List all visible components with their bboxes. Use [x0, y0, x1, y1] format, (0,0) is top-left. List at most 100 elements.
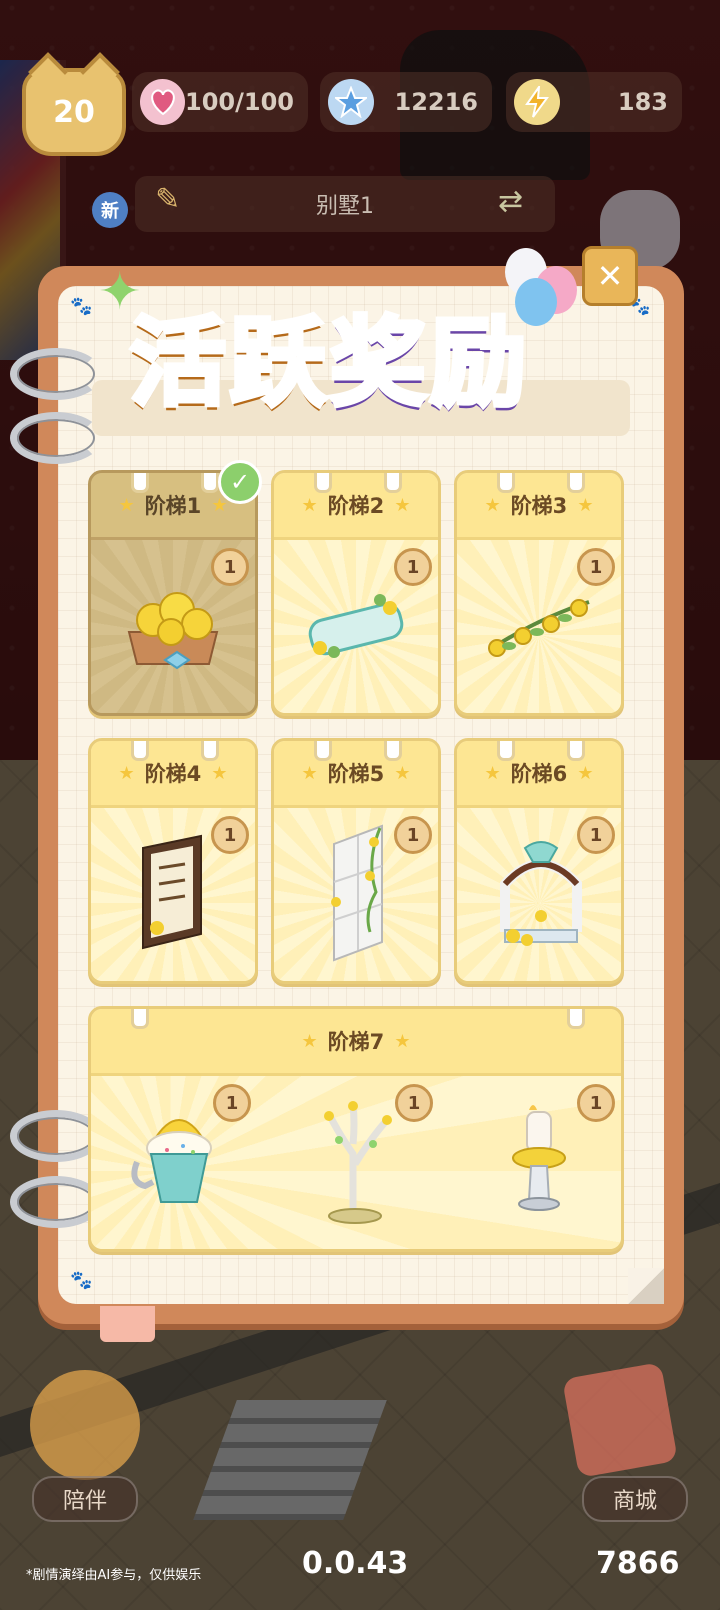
tier-label: 阶梯6 — [510, 762, 568, 786]
tier-reward-area: 1 — [457, 540, 621, 713]
bookmark-ribbon — [100, 1306, 155, 1342]
tier-card-4[interactable]: ★ 阶梯4 ★ 1 — [88, 738, 258, 984]
shop-label: 商城 — [612, 1489, 657, 1514]
lemon-tart-icon — [127, 592, 219, 670]
reward-count: 1 — [589, 1092, 603, 1114]
reward-count: 1 — [223, 824, 237, 846]
tier-card-6[interactable]: ★ 阶梯6 ★ 1 — [454, 738, 624, 984]
tier-header: ★ 阶梯7 ★ — [91, 1009, 621, 1076]
reward-count: 1 — [223, 556, 237, 578]
tier-label: 阶梯2 — [327, 494, 385, 518]
card-tab — [567, 741, 585, 761]
stars-value: 12216 — [394, 88, 479, 116]
card-tab — [131, 741, 149, 761]
reward-count-badge: 1 — [211, 816, 249, 854]
panel-title-part2: 奖励 — [328, 305, 530, 422]
lightning-plus-icon — [514, 79, 560, 125]
tier-card-3[interactable]: ★ 阶梯3 ★ 1 — [454, 470, 624, 716]
tier-label: 阶梯4 — [144, 762, 202, 786]
player-level: 20 — [53, 94, 95, 130]
shop-button[interactable]: 商城 — [582, 1476, 688, 1522]
score-counter: 7866 — [596, 1546, 680, 1581]
panel-title-part1: 活跃 — [128, 305, 330, 422]
stamina-counter[interactable]: 100/100 — [132, 72, 308, 132]
tier-reward-area: 1 — [274, 540, 438, 713]
tier-card-1[interactable]: ★ 阶梯1 ★ 1 — [88, 470, 258, 716]
card-tab — [201, 473, 219, 493]
menu-board-icon — [142, 834, 202, 950]
room-name: 别墅1 — [316, 194, 374, 219]
reward-count: 1 — [407, 1092, 421, 1114]
stopwatch-heart-icon[interactable] — [30, 1370, 140, 1480]
companion-button[interactable]: 陪伴 — [32, 1476, 138, 1522]
tier-label: 阶梯7 — [327, 1030, 385, 1054]
shopping-bag-icon[interactable] — [562, 1362, 678, 1478]
stars-counter[interactable]: 12216 — [320, 72, 492, 132]
tier-label: 阶梯3 — [510, 494, 568, 518]
card-tab — [567, 1009, 585, 1029]
tier-header: ★ 阶梯3 ★ — [457, 473, 621, 540]
reward-count: 1 — [589, 824, 603, 846]
tier-label: 阶梯1 — [144, 494, 202, 518]
reward-count-badge: 1 — [577, 548, 615, 586]
reward-count: 1 — [406, 556, 420, 578]
card-tab — [567, 473, 585, 493]
tier-reward-area: 1 1 1 — [91, 1076, 621, 1249]
claimed-check-icon: ✓ — [218, 460, 262, 504]
card-tab — [384, 473, 402, 493]
card-tab — [314, 741, 332, 761]
pencil-icon[interactable]: ✎ — [155, 182, 199, 226]
paw-icon: 🐾 — [70, 296, 93, 317]
lemon-arch-icon — [500, 841, 582, 946]
reward-count: 1 — [589, 556, 603, 578]
binder-ring — [10, 348, 102, 400]
tier-card-5[interactable]: ★ 阶梯5 ★ 1 — [271, 738, 441, 984]
tier-header: ★ 阶梯6 ★ — [457, 741, 621, 808]
energy-counter[interactable]: 183 — [506, 72, 682, 132]
swap-room-icon[interactable]: ⇄ — [498, 184, 546, 232]
reward-count-badge: 1 — [577, 1084, 615, 1122]
energy-value: 183 — [617, 88, 668, 116]
paw-icon: 🐾 — [70, 1270, 93, 1291]
tier-reward-area: 1 — [91, 540, 255, 713]
tier-header: ★ 阶梯5 ★ — [274, 741, 438, 808]
tier-reward-area: 1 — [457, 808, 621, 981]
card-tab — [497, 473, 515, 493]
ai-disclaimer: *剧情演绎由AI参与，仅供娱乐 — [26, 1568, 202, 1583]
star-plus-icon — [328, 79, 374, 125]
close-button[interactable]: ✕ — [582, 246, 638, 306]
tier-reward-area: 1 — [274, 808, 438, 981]
ice-cream-cup-icon — [131, 1119, 212, 1203]
heart-icon — [140, 79, 186, 125]
tier-card-7[interactable]: ★ 阶梯7 ★ 1 1 1 — [88, 1006, 624, 1252]
reward-count-badge: 1 — [394, 816, 432, 854]
player-level-badge[interactable]: 20 — [22, 68, 126, 156]
card-tab — [384, 741, 402, 761]
tier-header: ★ 阶梯4 ★ — [91, 741, 255, 808]
lemon-tree-icon — [324, 1101, 392, 1224]
new-badge[interactable]: 新 — [92, 192, 128, 228]
companion-label: 陪伴 — [62, 1489, 107, 1514]
vine-door-icon — [331, 824, 383, 962]
card-tab — [131, 1009, 149, 1029]
candle-lamp-icon — [512, 1105, 566, 1211]
reward-count-badge: 1 — [394, 548, 432, 586]
reward-count: 1 — [225, 1092, 239, 1114]
card-tab — [497, 741, 515, 761]
card-tab — [314, 473, 332, 493]
lemon-garland-icon — [487, 599, 590, 657]
version-number: 0.0.43 — [302, 1546, 409, 1581]
stamina-value: 100/100 — [185, 88, 294, 116]
tier-reward-area: 1 — [91, 808, 255, 981]
lemon-sign-icon — [308, 594, 404, 658]
binder-ring — [10, 412, 102, 464]
close-icon: ✕ — [596, 257, 624, 295]
tier-header: ★ 阶梯2 ★ — [274, 473, 438, 540]
tier-label: 阶梯5 — [327, 762, 385, 786]
tier-card-2[interactable]: ★ 阶梯2 ★ 1 — [271, 470, 441, 716]
reward-count: 1 — [406, 824, 420, 846]
card-tab — [131, 473, 149, 493]
page-corner-curl — [628, 1268, 664, 1304]
new-badge-label: 新 — [101, 201, 119, 222]
card-tab — [201, 741, 219, 761]
